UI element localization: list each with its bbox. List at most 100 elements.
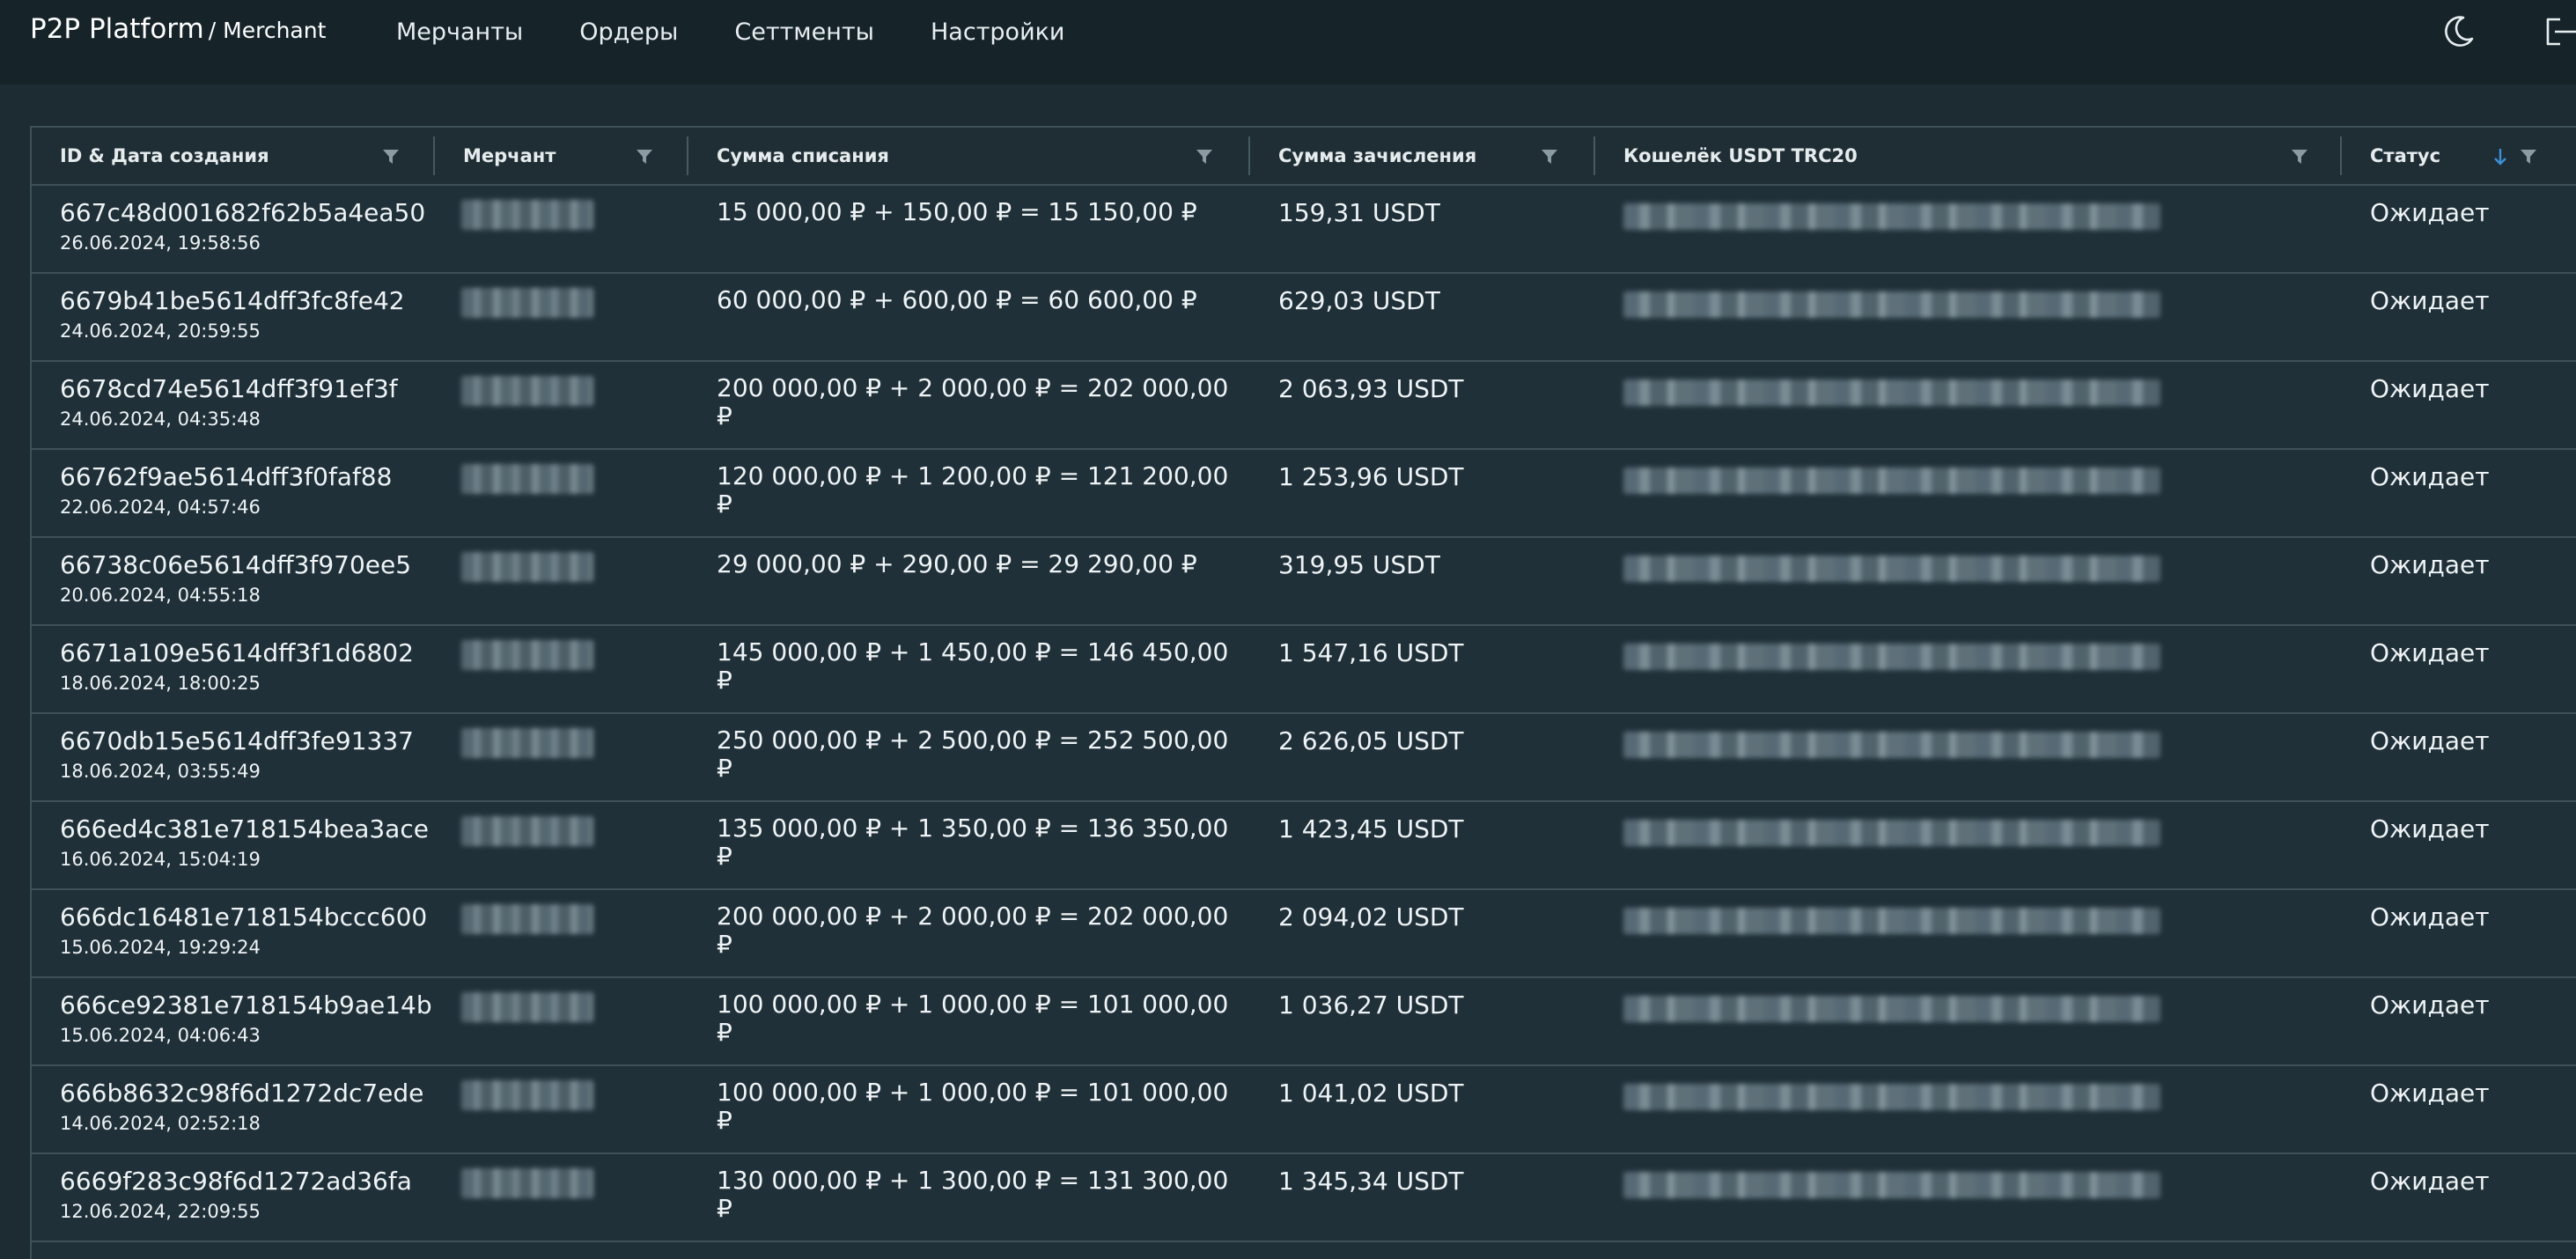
table-row[interactable]: 666dc16481e718154bccc600 15.06.2024, 19:… (32, 890, 2576, 978)
order-id[interactable]: 666ce92381e718154b9ae14b (60, 990, 432, 1020)
credit-amount: 159,31 USDT (1278, 198, 1440, 227)
column-header-merchant[interactable]: Мерчант (463, 128, 556, 184)
column-header-credit[interactable]: Сумма зачисления (1278, 128, 1476, 184)
order-id[interactable]: 66738c06e5614dff3f970ee5 (60, 550, 411, 579)
table-row[interactable]: 667c48d001682f62b5a4ea50 26.06.2024, 19:… (32, 186, 2576, 274)
credit-amount: 1 253,96 USDT (1278, 462, 1464, 491)
status-text: Ожидает (2370, 550, 2490, 579)
brand-name: P2P Platform (30, 13, 204, 45)
order-id[interactable]: 667c48d001682f62b5a4ea50 (60, 198, 425, 227)
column-header-wallet[interactable]: Кошелёк USDT TRC20 (1623, 128, 1858, 184)
sort-arrow-down-icon[interactable] (2493, 146, 2507, 167)
created-date: 24.06.2024, 20:59:55 (60, 320, 261, 342)
credit-amount: 2 094,02 USDT (1278, 902, 1464, 931)
created-date: 22.06.2024, 04:57:46 (60, 497, 261, 518)
order-id[interactable]: 66762f9ae5614dff3f0faf88 (60, 462, 392, 491)
moon-icon[interactable] (2439, 12, 2477, 51)
wallet-redacted (1623, 1172, 2160, 1198)
table-row[interactable]: 666ed4c381e718154bea3ace 16.06.2024, 15:… (32, 802, 2576, 890)
debit-amount: 100 000,00 ₽ + 1 000,00 ₽ = 101 000,00 ₽ (717, 1078, 1229, 1135)
created-date: 14.06.2024, 02:52:18 (60, 1113, 261, 1134)
filter-icon[interactable] (636, 148, 653, 166)
created-date: 15.06.2024, 04:06:43 (60, 1025, 261, 1046)
created-date: 18.06.2024, 03:55:49 (60, 761, 261, 782)
wallet-redacted (1623, 203, 2160, 230)
order-id[interactable]: 666ed4c381e718154bea3ace (60, 814, 429, 843)
column-header-status[interactable]: Статус (2370, 128, 2440, 184)
table-header: ID & Дата создания Мерчант Сумма списани… (32, 128, 2576, 186)
logout-icon[interactable] (2541, 12, 2576, 51)
merchant-redacted (461, 992, 593, 1022)
wallet-redacted (1623, 644, 2160, 670)
status-text: Ожидает (2370, 726, 2490, 755)
order-id-cell: 66762f9ae5614dff3f0faf88 22.06.2024, 04:… (60, 462, 392, 518)
order-id[interactable]: 6670db15e5614dff3fe91337 (60, 726, 414, 755)
order-id-cell: 666dc16481e718154bccc600 15.06.2024, 19:… (60, 902, 427, 958)
order-id[interactable]: 6671a109e5614dff3f1d6802 (60, 638, 414, 667)
merchant-redacted (461, 728, 593, 758)
merchant-redacted (461, 904, 593, 934)
order-id[interactable]: 666b8632c98f6d1272dc7ede (60, 1079, 423, 1108)
order-id[interactable]: 6679b41be5614dff3fc8fe42 (60, 286, 405, 315)
credit-amount: 2 626,05 USDT (1278, 726, 1464, 755)
order-id[interactable]: 6669f283c98f6d1272ad36fa (60, 1167, 412, 1196)
debit-amount: 15 000,00 ₽ + 150,00 ₽ = 15 150,00 ₽ (717, 197, 1197, 226)
status-text: Ожидает (2370, 990, 2490, 1020)
nav-item-settlements[interactable]: Сеттменты (734, 18, 874, 46)
brand-subtitle: / Merchant (208, 18, 327, 43)
column-divider (433, 136, 435, 175)
table-row[interactable]: 66738c06e5614dff3f970ee5 20.06.2024, 04:… (32, 538, 2576, 626)
created-date: 15.06.2024, 19:29:24 (60, 937, 261, 958)
table-row[interactable]: 666ce92381e718154b9ae14b 15.06.2024, 04:… (32, 978, 2576, 1066)
order-id-cell: 667c48d001682f62b5a4ea50 26.06.2024, 19:… (60, 198, 425, 254)
column-divider (1248, 136, 1250, 175)
credit-amount: 319,95 USDT (1278, 550, 1440, 579)
table-row[interactable]: 66762f9ae5614dff3f0faf88 22.06.2024, 04:… (32, 450, 2576, 538)
filter-icon[interactable] (2291, 148, 2308, 166)
brand[interactable]: P2P Platform / Merchant (30, 13, 326, 45)
credit-amount: 1 345,34 USDT (1278, 1167, 1464, 1196)
top-bar: P2P Platform / Merchant Мерчанты Ордеры … (0, 0, 2576, 85)
nav-item-merchants[interactable]: Мерчанты (396, 18, 523, 46)
debit-amount: 130 000,00 ₽ + 1 300,00 ₽ = 131 300,00 ₽ (717, 1166, 1229, 1223)
wallet-redacted (1623, 908, 2160, 934)
table-row[interactable]: 6669f283c98f6d1272ad36fa 12.06.2024, 22:… (32, 1154, 2576, 1242)
nav-item-orders[interactable]: Ордеры (579, 18, 678, 46)
order-id-cell: 666ce92381e718154b9ae14b 15.06.2024, 04:… (60, 990, 432, 1046)
wallet-redacted (1623, 1084, 2160, 1110)
table-row[interactable]: 6679b41be5614dff3fc8fe42 24.06.2024, 20:… (32, 274, 2576, 362)
column-divider (2340, 136, 2342, 175)
debit-amount: 120 000,00 ₽ + 1 200,00 ₽ = 121 200,00 ₽ (717, 461, 1229, 519)
table-row[interactable]: 6671a109e5614dff3f1d6802 18.06.2024, 18:… (32, 626, 2576, 714)
main-nav: Мерчанты Ордеры Сеттменты Настройки (396, 18, 1064, 46)
column-header-debit[interactable]: Сумма списания (717, 128, 889, 184)
order-id[interactable]: 6678cd74e5614dff3f91ef3f (60, 374, 398, 403)
status-text: Ожидает (2370, 814, 2490, 843)
table-row[interactable]: 6670db15e5614dff3fe91337 18.06.2024, 03:… (32, 714, 2576, 802)
wallet-redacted (1623, 996, 2160, 1022)
wallet-redacted (1623, 556, 2160, 582)
merchant-redacted (461, 376, 593, 406)
table-body: 667c48d001682f62b5a4ea50 26.06.2024, 19:… (32, 186, 2576, 1242)
table-row[interactable]: 6678cd74e5614dff3f91ef3f 24.06.2024, 04:… (32, 362, 2576, 450)
merchant-redacted (461, 1080, 593, 1110)
order-id-cell: 6678cd74e5614dff3f91ef3f 24.06.2024, 04:… (60, 374, 398, 430)
merchant-redacted (461, 1168, 593, 1198)
debit-amount: 200 000,00 ₽ + 2 000,00 ₽ = 202 000,00 ₽ (717, 373, 1229, 431)
wallet-redacted (1623, 468, 2160, 494)
filter-icon[interactable] (1196, 148, 1213, 166)
table-row[interactable]: 666b8632c98f6d1272dc7ede 14.06.2024, 02:… (32, 1066, 2576, 1154)
order-id-cell: 6679b41be5614dff3fc8fe42 24.06.2024, 20:… (60, 286, 405, 342)
filter-icon[interactable] (1541, 148, 1558, 166)
debit-amount: 29 000,00 ₽ + 290,00 ₽ = 29 290,00 ₽ (717, 549, 1197, 578)
filter-icon[interactable] (2520, 148, 2537, 166)
status-text: Ожидает (2370, 286, 2490, 315)
created-date: 16.06.2024, 15:04:19 (60, 849, 261, 870)
wallet-redacted (1623, 379, 2160, 406)
column-header-id[interactable]: ID & Дата создания (60, 128, 269, 184)
nav-item-settings[interactable]: Настройки (931, 18, 1064, 46)
order-id[interactable]: 666dc16481e718154bccc600 (60, 902, 427, 931)
filter-icon[interactable] (382, 148, 400, 166)
order-id-cell: 6669f283c98f6d1272ad36fa 12.06.2024, 22:… (60, 1167, 412, 1222)
created-date: 12.06.2024, 22:09:55 (60, 1201, 261, 1222)
